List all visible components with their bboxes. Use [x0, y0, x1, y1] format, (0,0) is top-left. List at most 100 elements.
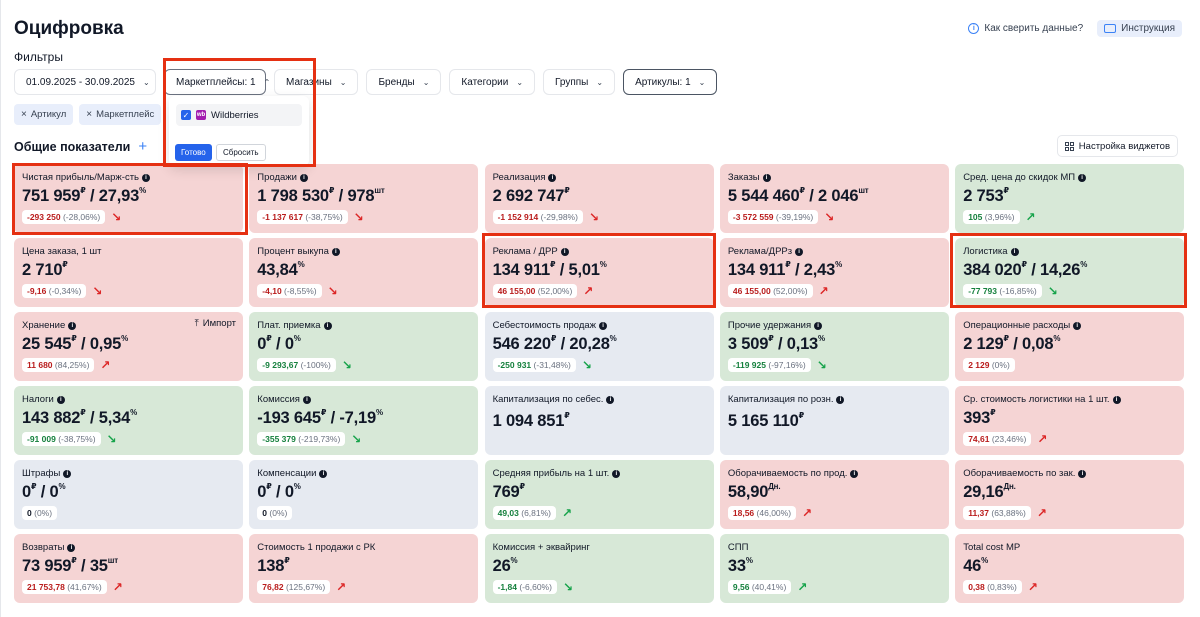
- info-icon[interactable]: i: [142, 173, 150, 182]
- metric-unit: ₽: [798, 411, 805, 420]
- metric-label: Комиссия + эквайринг: [492, 542, 590, 553]
- metric-unit: ₽: [320, 408, 327, 417]
- info-icon[interactable]: i: [1073, 321, 1082, 330]
- delta-row: -9 293,67 (-100%) ↘: [257, 358, 470, 372]
- info-icon[interactable]: i: [1112, 395, 1121, 404]
- marketplaces-filter[interactable]: Маркетплейсы: 1 ⌃: [164, 69, 270, 95]
- instruction-button[interactable]: Инструкция: [1097, 20, 1182, 37]
- trend-arrow-icon: ↗: [802, 506, 813, 520]
- import-button[interactable]: ⤒ Импорт: [195, 318, 236, 329]
- info-icon[interactable]: i: [68, 321, 77, 330]
- metric-unit: ₽: [1021, 260, 1027, 269]
- metric-label: Цена заказа, 1 шт: [22, 246, 102, 257]
- delta-row: -119 925 (-97,16%) ↘: [727, 358, 941, 372]
- metric-card: Плат. приемка i 0₽ / 0% -9 293,67 (-100%) ↘: [249, 312, 479, 381]
- delta-badge: -1 152 914 (-29,98%): [492, 210, 583, 224]
- delta-row: -4,10 (-8,55%) ↘: [257, 284, 470, 298]
- info-icon[interactable]: i: [1078, 469, 1087, 478]
- info-icon[interactable]: i: [56, 395, 65, 404]
- delta-row: -91 009 (-38,75%) ↘: [22, 432, 235, 446]
- info-icon[interactable]: i: [1010, 247, 1019, 256]
- metric-unit: ₽: [564, 186, 570, 195]
- info-icon[interactable]: i: [323, 321, 332, 330]
- metric-label: Оборачиваемость по зак. i: [963, 468, 1176, 479]
- info-icon[interactable]: i: [67, 543, 76, 552]
- info-icon[interactable]: i: [612, 469, 621, 478]
- chevron-down-icon: ⌄: [422, 77, 430, 87]
- metric-value: 2 692 747₽: [492, 186, 570, 205]
- delta-badge: -9 293,67 (-100%): [257, 358, 336, 372]
- checkbox-checked-icon[interactable]: ✓: [181, 110, 191, 120]
- metric-card: Возвраты i 73 959₽ / 35шт 21 753,78 (41,67%…: [14, 534, 243, 603]
- metric-card: Прочие удержания i 3 509₽ / 0,13% -119 925 …: [719, 312, 949, 381]
- metric-unit: %: [1053, 334, 1061, 343]
- delta-row: -9,16 (-0,34%) ↘: [22, 284, 235, 298]
- info-icon[interactable]: i: [299, 173, 308, 182]
- check-data-link[interactable]: i Как сверить данные?: [968, 23, 1083, 34]
- metric-value: 5 544 460₽ / 2 046шт: [727, 186, 869, 205]
- delta-badge: -355 379 (-219,73%): [257, 432, 346, 446]
- info-icon[interactable]: i: [762, 173, 771, 182]
- delta-badge: -77 793 (-16,85%): [963, 284, 1042, 298]
- widget-settings-button[interactable]: Настройка виджетов: [1056, 135, 1178, 157]
- info-icon[interactable]: i: [795, 247, 804, 256]
- metrics-grid: Чистая прибыль/Марж-сть i 751 959₽ / 27,93…: [14, 164, 1185, 603]
- info-icon[interactable]: i: [63, 469, 72, 478]
- date-filter[interactable]: 01.09.2025 - 30.09.2025 ⌄: [14, 69, 156, 95]
- done-button[interactable]: Готово: [175, 144, 212, 161]
- shops-filter[interactable]: Магазины ⌄: [274, 69, 359, 95]
- metric-card: Стоимость 1 продажи с РК 138₽ 76,82 (125,6…: [249, 534, 479, 603]
- metric-unit: %: [139, 186, 146, 195]
- info-icon[interactable]: i: [836, 395, 845, 404]
- info-icon[interactable]: i: [560, 247, 569, 256]
- chip-marketplace[interactable]: × Маркетплейс: [79, 104, 162, 125]
- info-icon[interactable]: i: [331, 247, 340, 256]
- metric-unit: ₽: [785, 260, 791, 269]
- delta-row: -1 137 617 (-38,75%) ↘: [257, 210, 470, 224]
- metric-card: Процент выкупа i 43,84% -4,10 (-8,55%) ↘: [249, 238, 479, 307]
- articles-filter[interactable]: Артикулы: 1 ⌄: [623, 69, 718, 95]
- metric-value: 73 959₽ / 35шт: [22, 556, 118, 575]
- metric-label: Налоги i: [22, 394, 235, 405]
- brands-filter[interactable]: Бренды ⌄: [366, 69, 442, 95]
- metric-card: Реализация i 2 692 747₽ -1 152 914 (-29,98%…: [484, 164, 714, 233]
- metric-unit: ₽: [328, 186, 335, 195]
- close-icon[interactable]: ×: [21, 109, 27, 120]
- reset-button[interactable]: Сбросить: [216, 144, 266, 161]
- metric-card: Хранение i ⤒ Импорт 25 545₽ / 0,95% 11 680 (8…: [14, 312, 243, 381]
- info-icon[interactable]: i: [606, 395, 615, 404]
- metric-unit: ₽: [564, 411, 570, 420]
- info-circle-icon: i: [968, 23, 980, 34]
- metric-label: Реализация i: [493, 172, 706, 183]
- info-icon[interactable]: i: [599, 321, 608, 330]
- info-icon[interactable]: i: [814, 321, 823, 330]
- metric-value: 29,16Дн.: [963, 482, 1016, 501]
- groups-filter[interactable]: Группы ⌄: [543, 69, 616, 95]
- info-icon[interactable]: i: [1078, 173, 1087, 182]
- delta-badge: 18,56 (46,00%): [727, 506, 797, 520]
- close-icon[interactable]: ×: [86, 109, 92, 120]
- trend-arrow-icon: ↘: [581, 358, 592, 372]
- chip-article[interactable]: × Артикул: [14, 104, 74, 125]
- metric-unit: ₽: [550, 334, 557, 343]
- metric-value: 0₽ / 0%: [22, 482, 66, 501]
- delta-badge: 105 (3,96%): [963, 210, 1020, 224]
- delta-badge: -1 137 617 (-38,75%): [257, 210, 348, 224]
- info-icon[interactable]: i: [850, 469, 859, 478]
- chevron-down-icon: ⌄: [698, 77, 706, 87]
- dropdown-option-wildberries[interactable]: ✓ wb Wildberries: [176, 104, 302, 126]
- info-icon[interactable]: i: [319, 469, 328, 478]
- metric-label: Оборачиваемость по прод. i: [728, 468, 941, 479]
- info-icon[interactable]: i: [548, 173, 557, 182]
- metric-unit: шт: [107, 556, 118, 565]
- metric-unit: ₽: [284, 556, 290, 565]
- trend-arrow-icon: ↗: [1037, 432, 1048, 446]
- info-icon[interactable]: i: [302, 395, 311, 404]
- delta-row: 2 129 (0%): [963, 358, 1176, 372]
- metric-unit: %: [981, 556, 989, 565]
- metric-label: Штрафы i: [22, 468, 235, 479]
- categories-filter[interactable]: Категории ⌄: [449, 69, 536, 95]
- add-widget-icon[interactable]: +: [138, 138, 147, 155]
- metric-card: Комиссия + эквайринг 26% -1,84 (-6,60%) ↘: [484, 534, 714, 603]
- metric-card: Капитализация по розн. i 5 165 110₽: [719, 386, 949, 455]
